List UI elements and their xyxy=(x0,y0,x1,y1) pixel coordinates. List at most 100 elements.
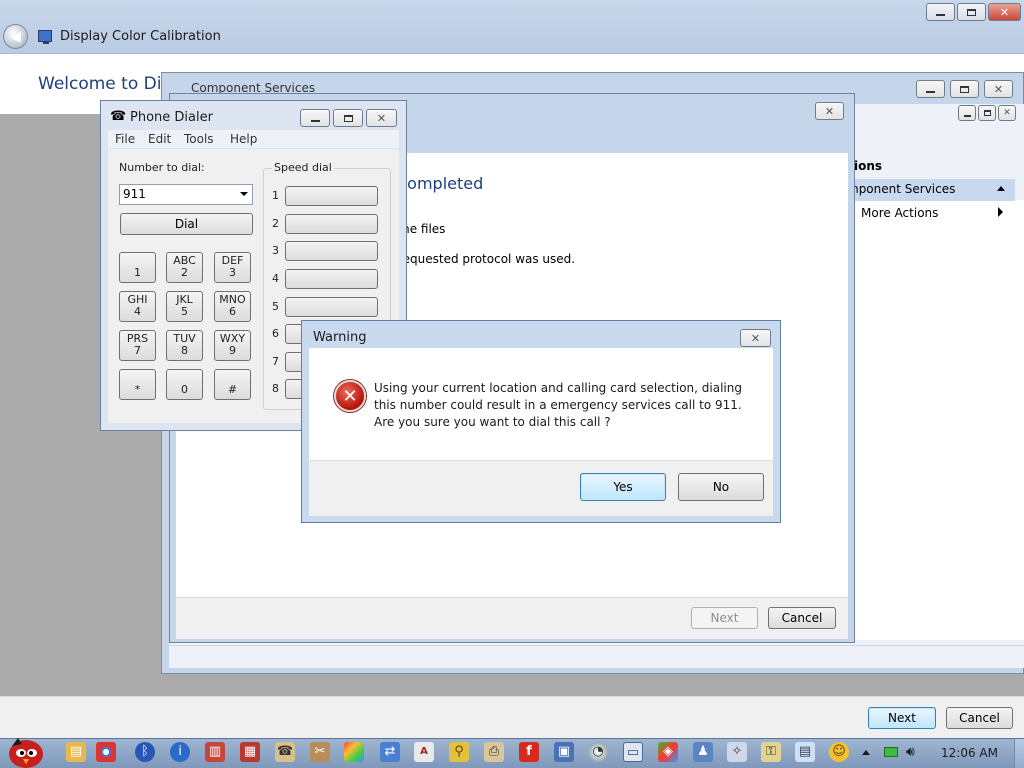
tools-wizard-icon[interactable]: ✧ xyxy=(727,742,747,762)
menu-file[interactable]: File xyxy=(115,132,135,146)
calculator-icon[interactable]: ▤ xyxy=(795,742,815,762)
phone-icon: ☎ xyxy=(110,109,127,124)
warning-message: Using your current location and calling … xyxy=(374,380,754,431)
phone-dialer-taskbar-icon[interactable]: ☎ xyxy=(275,742,295,762)
key-9[interactable]: WXY 9 xyxy=(214,330,251,361)
wizard-cancel-button[interactable]: Cancel xyxy=(768,607,836,629)
users-icon[interactable]: ♟ xyxy=(693,742,713,762)
close-icon: ✕ xyxy=(993,82,1004,96)
key-0[interactable]: 0 xyxy=(166,369,203,400)
tray-expand-icon[interactable] xyxy=(862,750,870,755)
key-8[interactable]: TUV 8 xyxy=(166,330,203,361)
speed-dial-number: 4 xyxy=(272,272,279,285)
key-manager-icon[interactable]: ⚿ xyxy=(761,742,781,762)
tools-icon[interactable]: ✂ xyxy=(310,742,330,762)
pd-close-button[interactable]: ✕ xyxy=(366,109,397,127)
dcc-maximize-button[interactable] xyxy=(957,3,986,21)
cs-maximize-button[interactable] xyxy=(950,80,979,98)
paint-icon[interactable] xyxy=(344,742,364,762)
close-icon: ✕ xyxy=(824,104,835,118)
back-button[interactable]: ◀ xyxy=(3,24,28,49)
cs-child-restore-button[interactable] xyxy=(978,105,996,121)
flash-icon[interactable]: f xyxy=(519,742,539,762)
network-icon[interactable]: ⇄ xyxy=(380,742,400,762)
wizard-next-button[interactable]: Next xyxy=(691,607,758,629)
speed-dial-button-2[interactable] xyxy=(285,214,378,234)
key-4[interactable]: GHI 4 xyxy=(119,291,156,322)
key-2[interactable]: ABC 2 xyxy=(166,252,203,283)
key-7[interactable]: PRS 7 xyxy=(119,330,156,361)
speed-dial-button-4[interactable] xyxy=(285,269,378,289)
dcc-cancel-button[interactable]: Cancel xyxy=(946,707,1013,729)
info-icon[interactable]: i xyxy=(170,742,190,762)
key-star[interactable]: * xyxy=(119,369,156,400)
dcc-minimize-button[interactable] xyxy=(926,3,955,21)
chrome-icon[interactable] xyxy=(96,742,116,762)
network-status-icon[interactable] xyxy=(884,747,898,757)
key-digit: 0 xyxy=(181,383,188,396)
yes-button[interactable]: Yes xyxy=(580,473,666,501)
key-digit: 6 xyxy=(229,305,236,318)
key-hash[interactable]: # xyxy=(214,369,251,400)
toolbox-icon[interactable]: ▦ xyxy=(240,742,260,762)
taskbar-clock[interactable]: 12:06 AM xyxy=(941,746,998,760)
monitor-icon xyxy=(38,30,52,44)
messenger-icon[interactable]: ☺ xyxy=(829,742,849,762)
font-viewer-icon[interactable]: A xyxy=(414,742,434,762)
volume-icon[interactable]: 🔊︎ xyxy=(906,744,915,760)
minimize-icon xyxy=(310,119,320,122)
restore-icon xyxy=(983,110,991,116)
printer-icon[interactable]: ⎙ xyxy=(484,742,504,762)
menu-edit[interactable]: Edit xyxy=(148,132,171,146)
cs-child-minimize-button[interactable] xyxy=(958,105,976,121)
collapse-arrow-icon[interactable] xyxy=(997,186,1005,191)
cs-minimize-button[interactable] xyxy=(916,80,945,98)
start-button[interactable] xyxy=(4,732,48,768)
folder-icon[interactable]: ▤ xyxy=(66,742,86,762)
key-6[interactable]: MNO 6 xyxy=(214,291,251,322)
speed-dial-number: 2 xyxy=(272,217,279,230)
dcc-next-button[interactable]: Next xyxy=(868,707,936,729)
color-app-icon[interactable]: ◈ xyxy=(658,742,678,762)
show-desktop-button[interactable] xyxy=(1014,739,1024,768)
component-services-taskbar-icon[interactable]: ▣ xyxy=(554,742,574,762)
minimize-icon xyxy=(926,90,935,93)
cs-selected-action[interactable]: mponent Services xyxy=(845,179,1015,201)
key-digit: * xyxy=(134,383,141,396)
chart-app-icon[interactable]: ▥ xyxy=(205,742,225,762)
warning-title: Warning xyxy=(313,330,367,345)
bluetooth-icon[interactable]: ᛒ xyxy=(135,742,155,762)
wizard-text-line: requested protocol was used. xyxy=(398,252,576,266)
speed-dial-number: 5 xyxy=(272,300,279,313)
speed-dial-number: 3 xyxy=(272,244,279,257)
display-calibration-taskbar-icon[interactable]: ▭ xyxy=(623,742,643,762)
key-digit: 8 xyxy=(181,344,188,357)
key-digit: 4 xyxy=(134,305,141,318)
menu-tools[interactable]: Tools xyxy=(184,132,214,146)
cs-child-close-button[interactable]: ✕ xyxy=(998,105,1016,121)
wizard-close-button[interactable]: ✕ xyxy=(815,102,844,120)
cs-close-button[interactable]: ✕ xyxy=(984,80,1013,98)
pd-minimize-button[interactable] xyxy=(300,109,330,127)
pd-maximize-button[interactable] xyxy=(333,109,363,127)
maximize-icon xyxy=(967,8,976,16)
menu-help[interactable]: Help xyxy=(230,132,257,146)
search-icon[interactable]: ⚲ xyxy=(449,742,469,762)
key-digit: 2 xyxy=(181,266,188,279)
no-button[interactable]: No xyxy=(678,473,764,501)
dial-button[interactable]: Dial xyxy=(120,213,253,235)
dcc-window-title: Display Color Calibration xyxy=(60,29,221,44)
cs-more-actions[interactable]: More Actions xyxy=(861,206,938,220)
key-1[interactable]: 1 xyxy=(119,252,156,283)
key-5[interactable]: JKL 5 xyxy=(166,291,203,322)
submenu-arrow-icon xyxy=(998,207,1003,217)
speed-dial-button-1[interactable] xyxy=(285,186,378,206)
dcc-close-button[interactable]: ✕ xyxy=(988,3,1021,21)
dropdown-arrow-icon[interactable] xyxy=(240,192,248,196)
speed-dial-button-5[interactable] xyxy=(285,297,378,317)
warning-close-button[interactable]: ✕ xyxy=(740,329,771,347)
speed-dial-button-3[interactable] xyxy=(285,241,378,261)
key-3[interactable]: DEF 3 xyxy=(214,252,251,283)
disc-icon[interactable]: ◔ xyxy=(588,742,608,762)
number-to-dial-combobox[interactable]: 911 xyxy=(119,184,253,205)
